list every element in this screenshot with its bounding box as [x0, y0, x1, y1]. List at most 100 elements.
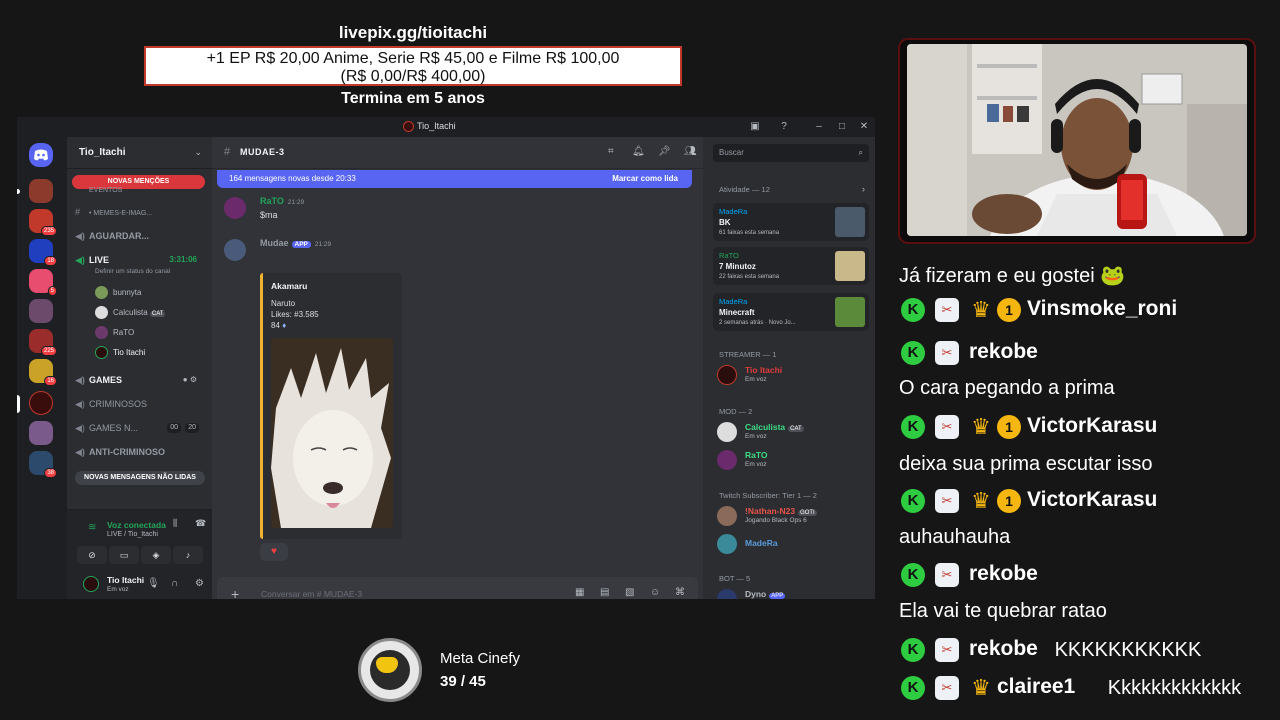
chat-username[interactable]: VictorKarasu	[1027, 414, 1157, 438]
avatar[interactable]	[83, 576, 99, 592]
channel-criminosos[interactable]: ◀) CRIMINOSOS	[75, 395, 205, 413]
channel-status-hint[interactable]: Definir um status do canal	[95, 263, 205, 281]
new-messages-bar[interactable]: 164 mensagens novas desde 20:33 Marcar c…	[217, 170, 692, 188]
activity-card[interactable]: MadeRa Minecraft 2 semanas atrás · Novo …	[713, 293, 869, 331]
activity-card[interactable]: RaTO 7 Minutoz 22 faixas esta semana	[713, 247, 869, 285]
channel-memes[interactable]: # • MEMES-E-IMAG...	[75, 203, 205, 221]
member-row[interactable]: !Nathan-N23 GOTI Jogando Black Ops 6	[713, 503, 869, 529]
user-name[interactable]: Tio Itachi	[107, 575, 144, 585]
search-input[interactable]: Buscar ⌕	[713, 144, 869, 162]
member-row[interactable]: Tio Itachi Em voz	[713, 362, 869, 388]
threads-icon[interactable]: ⌗	[608, 146, 614, 157]
gif-icon[interactable]: ▤	[600, 587, 609, 598]
disconnect-icon[interactable]: ☎	[195, 518, 206, 529]
chat-username[interactable]: VictorKarasu	[1027, 488, 1157, 512]
chat-text: Ela vai te quebrar ratao	[899, 600, 1107, 622]
mic-icon[interactable]: 🎙︎	[147, 578, 160, 589]
member-row[interactable]: Calculista CAT Em voz	[713, 419, 869, 445]
discord-window: Tio_Itachi ▣ ? – □ ✕ 235 18 5 225 16 38	[17, 117, 875, 599]
chat-username[interactable]: rekobe	[969, 637, 1038, 661]
signal-icon[interactable]: ≋	[88, 522, 96, 533]
add-attachment-icon[interactable]: +	[231, 586, 239, 599]
server-icon[interactable]: 18	[29, 239, 57, 266]
message-author[interactable]: RaTO 21:29	[260, 196, 304, 206]
bell-icon[interactable]: 🔔︎	[632, 146, 645, 157]
voice-user[interactable]: Calculista CAT	[95, 305, 166, 321]
channel-title: MUDAE-3	[240, 147, 285, 157]
title-avatar	[403, 121, 414, 132]
activity-title: Minecraft	[719, 308, 755, 317]
noise-suppression-icon[interactable]: ⫼	[173, 518, 177, 529]
server-header[interactable]: Tio_Itachi ⌄	[67, 137, 212, 169]
message-time: 21:29	[314, 241, 332, 248]
server-icon-active[interactable]	[29, 391, 53, 415]
member-row[interactable]: RaTO Em voz	[713, 447, 869, 473]
help-icon[interactable]: ?	[777, 120, 791, 134]
server-icon[interactable]	[29, 179, 53, 203]
speaker-icon: ◀)	[75, 375, 85, 385]
channel-games-n[interactable]: ◀) GAMES N... 00 20	[75, 419, 205, 437]
gift-icon[interactable]: ▦	[575, 587, 584, 598]
member-row[interactable]: MadeRa	[713, 531, 869, 557]
pin-icon[interactable]: 📌︎	[658, 146, 671, 157]
moderator-badge-icon: K	[901, 676, 925, 700]
activity-card[interactable]: MadeRa BK 61 faixas esta semana	[713, 203, 869, 241]
voice-user[interactable]: Tio Itachi	[95, 345, 145, 361]
composer-placeholder[interactable]: Conversar em # MUDAE-3	[261, 589, 362, 599]
chat-message-text: Já fizeram e eu gostei 🐸	[898, 256, 1280, 290]
apps-icon[interactable]: ⌘	[675, 587, 685, 598]
server-badge: 38	[44, 468, 57, 478]
mark-as-read-button[interactable]: Marcar como lida	[612, 170, 678, 188]
message-author[interactable]: Mudae APP 21:29	[260, 238, 331, 248]
sub-badge-icon: ✂	[935, 341, 959, 365]
avatar[interactable]	[224, 197, 246, 219]
discord-home-icon[interactable]	[29, 143, 53, 167]
channel-aguardar[interactable]: ◀) AGUARDAR...	[75, 227, 205, 245]
new-unread-pill[interactable]: NOVAS MENSAGENS NÃO LIDAS	[75, 471, 205, 485]
avatar[interactable]	[224, 239, 246, 261]
server-icon[interactable]: 235	[29, 209, 57, 236]
camera-off-button[interactable]: ⊘	[77, 546, 107, 564]
chevron-right-icon[interactable]: ›	[862, 184, 865, 194]
inbox-icon[interactable]: ▣	[748, 120, 762, 134]
chat-username[interactable]: rekobe	[969, 340, 1038, 364]
headphones-icon[interactable]: ∩	[171, 578, 178, 589]
activity-user: MadeRa	[719, 207, 748, 216]
voice-connected-label: Voz conectada	[107, 520, 166, 530]
activity-thumbnail	[835, 251, 865, 281]
activity-button[interactable]: ◈	[141, 546, 171, 564]
message-composer[interactable]: + Conversar em # MUDAE-3 ▦ ▤ ▧ ☺ ⌘	[217, 577, 698, 599]
server-icon[interactable]: 5	[29, 269, 57, 296]
server-icon[interactable]: 225	[29, 329, 57, 356]
channel-anti[interactable]: ◀) ANTI-CRIMINOSO	[75, 443, 205, 461]
voice-user[interactable]: bunnyta	[95, 285, 141, 301]
moderator-badge-icon: K	[901, 563, 925, 587]
server-icon[interactable]: 16	[29, 359, 57, 386]
character-image[interactable]	[271, 338, 393, 528]
chat-message: K ✂ ♛ 1 VictorKarasu	[898, 483, 1280, 517]
voice-channel-label[interactable]: LIVE / Tio_Itachi	[107, 531, 158, 538]
minimize-button[interactable]: –	[812, 120, 826, 134]
voice-user[interactable]: RaTO	[95, 325, 134, 341]
server-icon[interactable]	[29, 421, 53, 445]
server-icon[interactable]	[29, 299, 53, 323]
settings-gear-icon[interactable]: ⚙	[195, 578, 204, 589]
close-button[interactable]: ✕	[857, 120, 871, 134]
channel-games[interactable]: ◀) GAMES ● ⚙	[75, 371, 205, 389]
soundboard-button[interactable]: ♪	[173, 546, 203, 564]
channel-events[interactable]: EVENTOS	[75, 187, 205, 199]
screen-share-button[interactable]: ▭	[109, 546, 139, 564]
emoji-icon[interactable]: ☺	[650, 587, 660, 598]
speaker-icon: ◀)	[75, 255, 85, 265]
sub-badge-icon: ✂	[935, 489, 959, 513]
heart-reaction[interactable]: ♥	[260, 543, 288, 561]
sticker-icon[interactable]: ▧	[625, 587, 634, 598]
chat-username[interactable]: Vinsmoke_roni	[1027, 297, 1177, 321]
member-list-icon[interactable]: 👥︎	[684, 146, 697, 157]
maximize-button[interactable]: □	[835, 120, 849, 134]
member-row[interactable]: Dyno APP	[713, 586, 869, 599]
chat-username[interactable]: clairee1	[997, 675, 1075, 699]
activity-title: 7 Minutoz	[719, 262, 756, 271]
chat-username[interactable]: rekobe	[969, 562, 1038, 586]
server-icon[interactable]: 38	[29, 451, 57, 478]
